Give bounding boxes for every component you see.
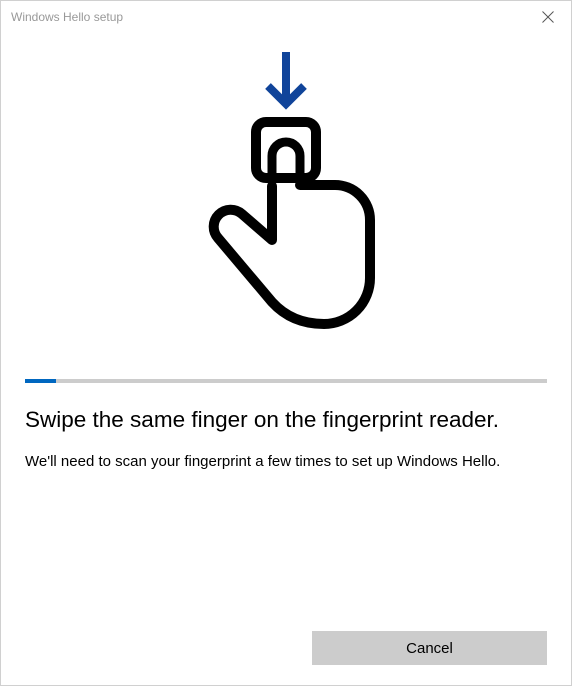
cancel-button[interactable]: Cancel bbox=[312, 631, 547, 665]
window-title: Windows Hello setup bbox=[11, 10, 123, 24]
close-icon bbox=[542, 11, 554, 23]
content-area: Swipe the same finger on the fingerprint… bbox=[1, 33, 571, 685]
progress-bar bbox=[25, 379, 547, 383]
titlebar: Windows Hello setup bbox=[1, 1, 571, 33]
close-button[interactable] bbox=[525, 1, 571, 33]
instruction-heading: Swipe the same finger on the fingerprint… bbox=[25, 405, 547, 434]
progress-fill bbox=[25, 379, 56, 383]
footer: Cancel bbox=[25, 631, 547, 665]
finger-on-sensor-icon bbox=[176, 44, 396, 364]
fingerprint-illustration bbox=[25, 39, 547, 369]
hello-setup-window: Windows Hello setup bbox=[0, 0, 572, 686]
instruction-body: We'll need to scan your fingerprint a fe… bbox=[25, 452, 547, 472]
